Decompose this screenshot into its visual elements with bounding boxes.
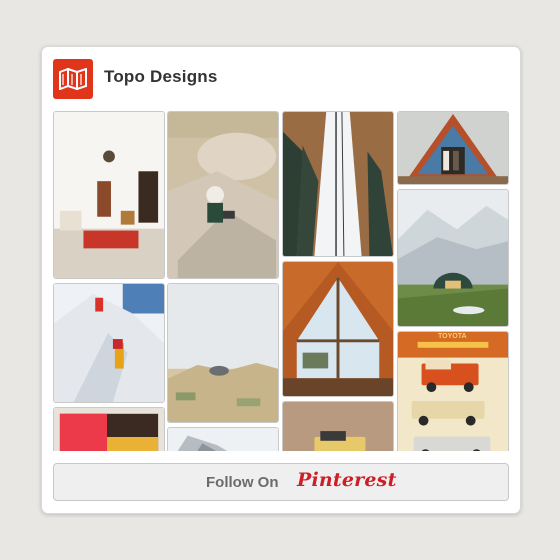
pinterest-wordmark: Pinterest bbox=[297, 469, 397, 491]
board-header[interactable]: Topo Designs bbox=[42, 47, 520, 111]
pin-grid: TOYOTA bbox=[53, 111, 509, 451]
pin-interior-room[interactable] bbox=[53, 111, 165, 279]
pin-wool-blanket[interactable] bbox=[53, 407, 165, 451]
pin-desert-tent[interactable] bbox=[167, 283, 279, 423]
toyota-brand-text: TOYOTA bbox=[438, 333, 467, 340]
follow-label: Follow On bbox=[206, 474, 279, 491]
pin-snowy-ski-lift[interactable] bbox=[282, 111, 394, 257]
pin-a-frame-window[interactable] bbox=[282, 261, 394, 397]
pin-desert-climber[interactable] bbox=[167, 111, 279, 279]
pin-a-frame-cabin[interactable] bbox=[397, 111, 509, 185]
board-title[interactable]: Topo Designs bbox=[104, 67, 218, 87]
board-avatar[interactable] bbox=[53, 59, 93, 99]
pin-ice-climbers[interactable] bbox=[53, 283, 165, 403]
pin-mountain-dome[interactable] bbox=[397, 189, 509, 327]
pinterest-board-widget: Topo Designs TOYOTA Follow On Pinterest bbox=[41, 46, 521, 514]
topo-map-icon bbox=[59, 68, 87, 90]
pin-vintage-truck[interactable] bbox=[282, 401, 394, 451]
follow-on-pinterest-button[interactable]: Follow On Pinterest bbox=[53, 463, 509, 501]
pin-snow-rock[interactable] bbox=[167, 427, 279, 451]
pin-toyota-ad[interactable]: TOYOTA bbox=[397, 331, 509, 451]
